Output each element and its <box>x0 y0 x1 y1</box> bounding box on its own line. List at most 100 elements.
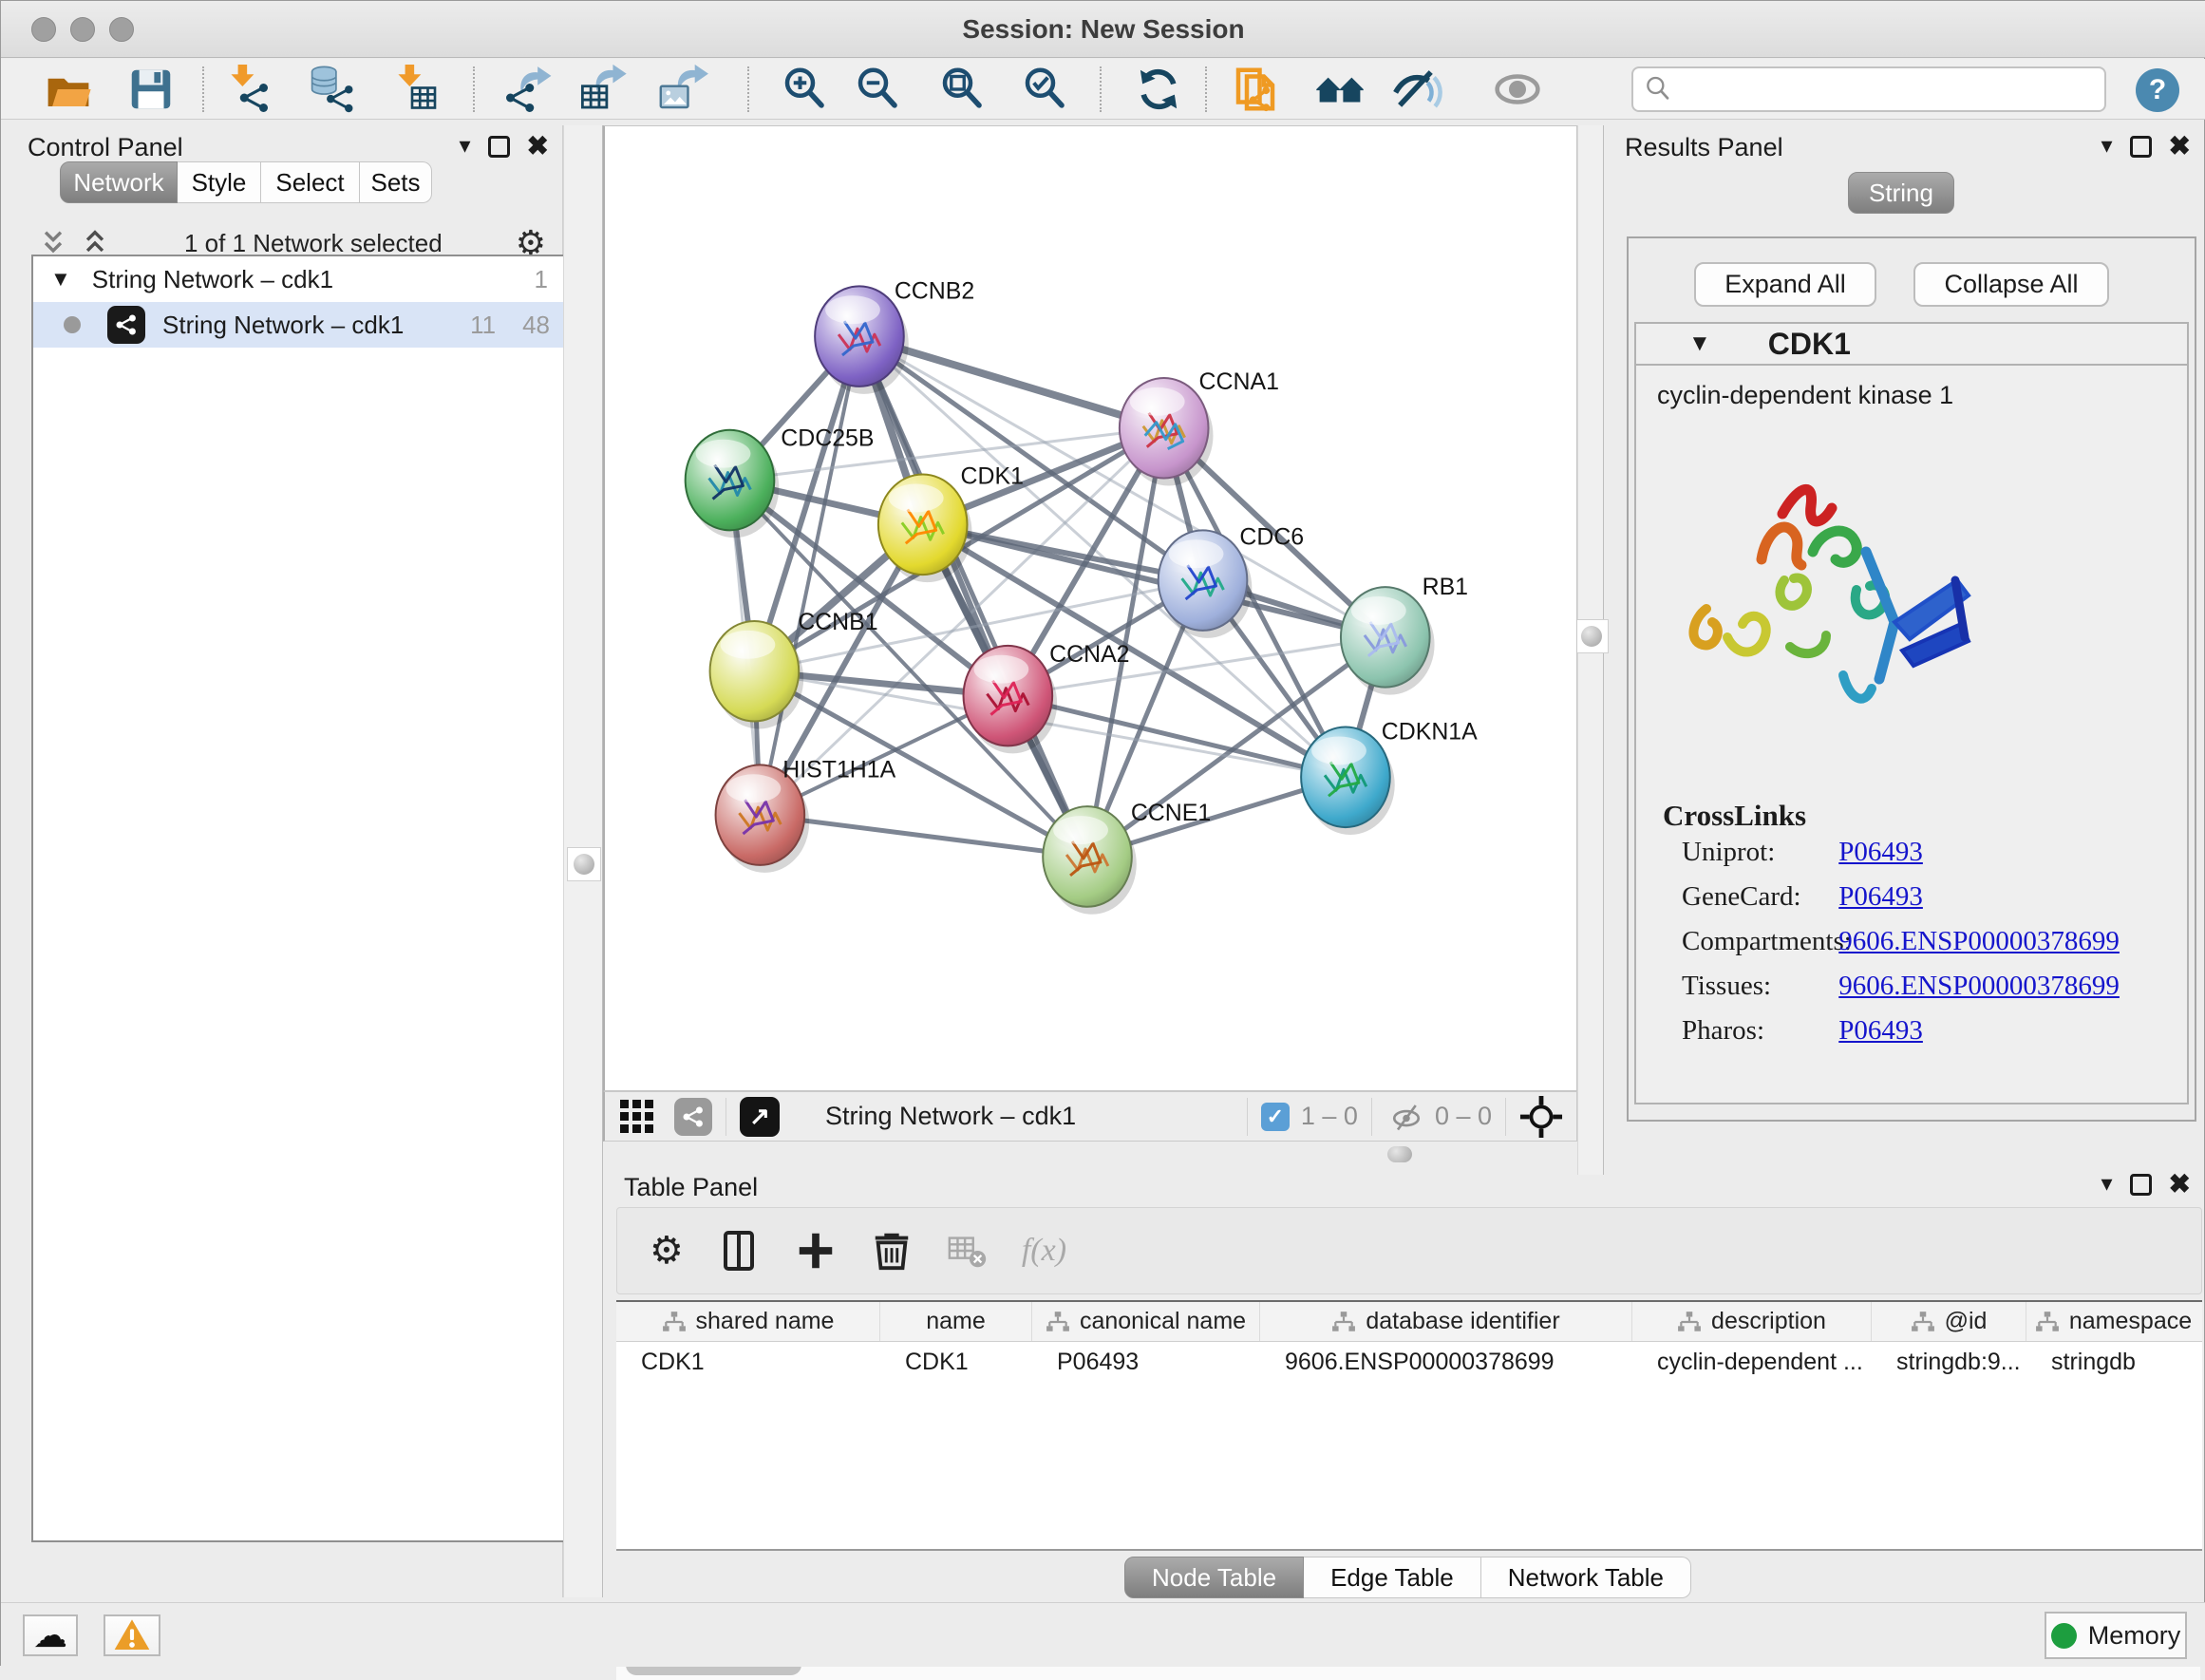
toolbar-search[interactable] <box>1631 66 2106 112</box>
import-network-database-icon[interactable] <box>304 64 357 115</box>
search-input[interactable] <box>1681 75 2095 104</box>
add-column-icon[interactable] <box>794 1229 838 1273</box>
column-header[interactable]: shared name <box>616 1302 880 1341</box>
clone-network-view-icon[interactable] <box>1229 64 1282 115</box>
network-overview-icon[interactable] <box>674 1098 712 1136</box>
network-node-CCNB2[interactable]: CCNB2 <box>815 277 974 394</box>
network-node-CDKN1A[interactable]: CDKN1A <box>1301 718 1478 835</box>
crosslink-label: Uniprot: <box>1682 837 1832 868</box>
network-node-RB1[interactable]: RB1 <box>1341 574 1468 695</box>
import-table-file-icon[interactable] <box>388 64 442 115</box>
refresh-view-icon[interactable] <box>1132 64 1185 115</box>
tab-string[interactable]: String <box>1848 172 1954 214</box>
hidden-eye-icon[interactable] <box>1385 1100 1427 1134</box>
column-header[interactable]: database identifier <box>1260 1302 1632 1341</box>
close-panel-icon[interactable]: ✖ <box>2169 1173 2191 1196</box>
left-splitter-handle[interactable] <box>567 847 601 881</box>
network-node-CCNA2[interactable]: CCNA2 <box>964 641 1130 754</box>
cloud-icon: ☁ <box>33 1618 67 1652</box>
show-columns-icon[interactable] <box>716 1228 762 1274</box>
maximize-panel-icon[interactable] <box>2130 136 2152 158</box>
node-label: CDK1 <box>961 463 1024 490</box>
save-session-icon[interactable] <box>124 64 178 115</box>
toolbar-separator <box>1100 66 1102 112</box>
horizontal-splitter-handle[interactable] <box>1387 1146 1412 1162</box>
network-node-CCNA1[interactable]: CCNA1 <box>1120 368 1279 486</box>
tab-node-table[interactable]: Node Table <box>1124 1557 1304 1598</box>
tab-network[interactable]: Network <box>60 161 178 203</box>
network-node-CDC6[interactable]: CDC6 <box>1159 523 1304 638</box>
table-settings-gear-icon[interactable]: ⚙ <box>650 1229 684 1273</box>
delete-column-trash-icon[interactable] <box>870 1229 914 1273</box>
network-canvas[interactable]: CCNB2CCNA1CDC25BCDK1CDC6RB1CCNB1CCNA2CDK… <box>603 125 1577 1091</box>
zoom-in-icon[interactable] <box>778 64 831 115</box>
float-panel-icon[interactable]: ▾ <box>459 135 470 158</box>
table-panel-title: Table Panel <box>624 1173 758 1202</box>
crosshair-icon[interactable] <box>1519 1095 1563 1139</box>
zoom-out-icon[interactable] <box>851 64 904 115</box>
crosslink-tissues-link[interactable]: 9606.ENSP00000378699 <box>1838 971 2120 1001</box>
gene-section-header[interactable]: ▼ CDK1 <box>1636 324 2187 366</box>
memory-label: Memory <box>2088 1621 2181 1651</box>
zoom-fit-icon[interactable] <box>935 64 989 115</box>
collapse-all-button[interactable]: Collapse All <box>1913 262 2109 307</box>
column-header[interactable]: canonical name <box>1032 1302 1260 1341</box>
crosslink-compartments-link[interactable]: 9606.ENSP00000378699 <box>1838 926 2120 956</box>
column-header[interactable]: namespace <box>2026 1302 2200 1341</box>
zoom-selected-icon[interactable] <box>1018 64 1071 115</box>
toolbar-separator <box>1205 66 1207 112</box>
close-panel-icon[interactable]: ✖ <box>2169 135 2191 158</box>
network-node-CCNB1[interactable]: CCNB1 <box>710 609 878 729</box>
crosslink-pharos-link[interactable]: P06493 <box>1838 1015 1923 1046</box>
network-graph[interactable]: CCNB2CCNA1CDC25BCDK1CDC6RB1CCNB1CCNA2CDK… <box>605 126 1575 1089</box>
left-splitter[interactable] <box>563 125 603 1597</box>
tab-style[interactable]: Style <box>178 161 261 203</box>
gene-symbol: CDK1 <box>1768 327 1851 362</box>
open-session-icon[interactable] <box>42 64 95 115</box>
help-button[interactable]: ? <box>2136 68 2179 112</box>
tab-select[interactable]: Select <box>261 161 360 203</box>
show-all-icon[interactable] <box>1491 64 1544 115</box>
network-node-count: 11 <box>470 311 496 340</box>
expand-all-button[interactable]: Expand All <box>1694 262 1876 307</box>
toolbar-separator <box>747 66 749 112</box>
network-node-HIST1H1A[interactable]: HIST1H1A <box>716 756 896 873</box>
grid-view-icon[interactable] <box>620 1100 653 1133</box>
network-tree: ▼ String Network – cdk1 1 String Network… <box>31 255 571 1542</box>
float-panel-icon[interactable]: ▾ <box>2101 1173 2112 1196</box>
crosslink-genecard-link[interactable]: P06493 <box>1838 881 1923 912</box>
birds-eye-view-icon[interactable]: ↗ <box>740 1097 780 1137</box>
column-header[interactable]: description <box>1632 1302 1872 1341</box>
import-network-file-icon[interactable] <box>221 64 274 115</box>
selected-checkbox-icon[interactable]: ✓ <box>1261 1103 1290 1131</box>
toolbar-separator <box>202 66 204 112</box>
network-edge-CDK1-RB1[interactable] <box>923 524 1385 637</box>
search-icon <box>1643 74 1673 104</box>
export-image-icon[interactable] <box>655 64 708 115</box>
collection-collapse-icon[interactable]: ▼ <box>50 267 71 292</box>
right-splitter[interactable] <box>1577 125 1604 1175</box>
crosslink-uniprot-link[interactable]: P06493 <box>1838 837 1923 867</box>
export-table-icon[interactable] <box>575 64 629 115</box>
network-edge-CCNB2-HIST1H1A[interactable] <box>760 336 859 815</box>
network-row[interactable]: String Network – cdk1 11 48 <box>33 302 569 348</box>
tab-sets[interactable]: Sets <box>360 161 432 203</box>
memory-button[interactable]: Memory <box>2045 1612 2187 1659</box>
first-neighbors-icon[interactable] <box>1313 64 1366 115</box>
table-row[interactable]: CDK1 CDK1 P06493 9606.ENSP00000378699 cy… <box>616 1342 2202 1382</box>
hide-selected-icon[interactable] <box>1389 64 1442 115</box>
export-network-icon[interactable] <box>502 64 556 115</box>
network-collection-row[interactable]: ▼ String Network – cdk1 1 <box>33 256 569 302</box>
tab-edge-table[interactable]: Edge Table <box>1304 1557 1481 1598</box>
column-header[interactable]: @id <box>1872 1302 2026 1341</box>
tab-network-table[interactable]: Network Table <box>1481 1557 1691 1598</box>
network-node-CCNE1[interactable]: CCNE1 <box>1043 800 1211 915</box>
cloud-services-button[interactable]: ☁ <box>23 1614 78 1656</box>
close-panel-icon[interactable]: ✖ <box>527 135 549 158</box>
float-panel-icon[interactable]: ▾ <box>2101 135 2112 158</box>
warnings-button[interactable] <box>104 1614 160 1656</box>
column-header[interactable]: name <box>880 1302 1032 1341</box>
gene-collapse-icon[interactable]: ▼ <box>1688 330 1711 357</box>
maximize-panel-icon[interactable] <box>2130 1174 2152 1196</box>
maximize-panel-icon[interactable] <box>488 136 510 158</box>
